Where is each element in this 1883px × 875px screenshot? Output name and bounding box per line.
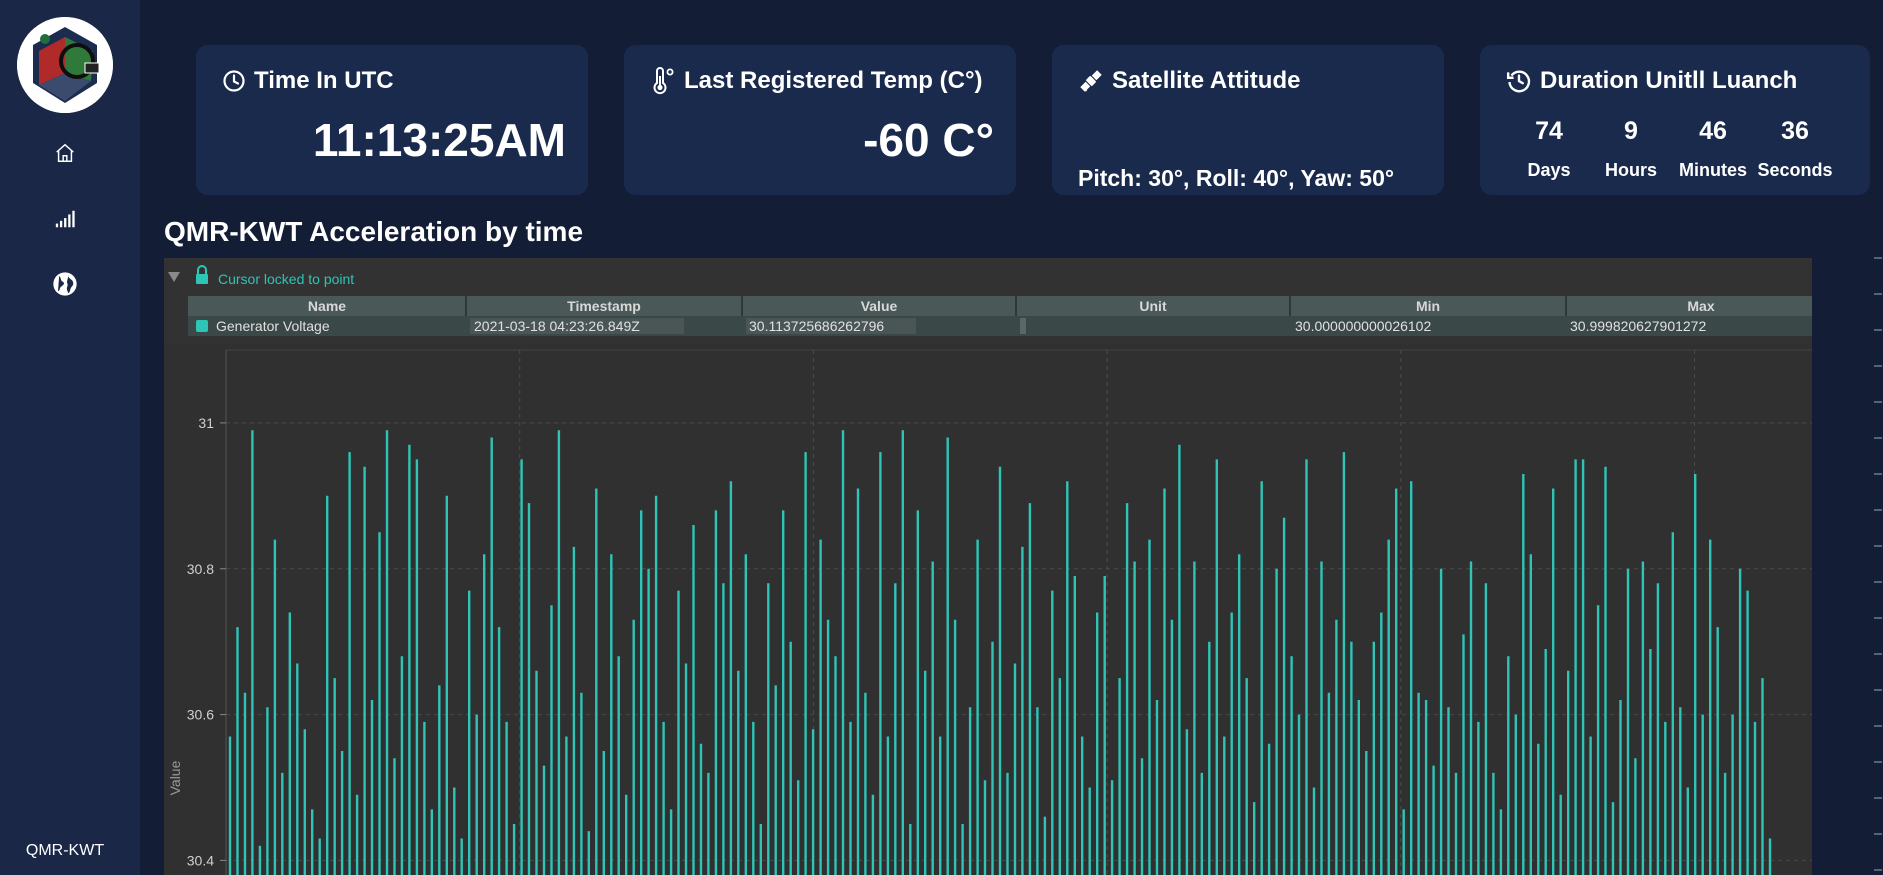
countdown-seconds: 36 Seconds bbox=[1757, 117, 1833, 181]
temp-value: -60 C° bbox=[863, 114, 994, 166]
cursor-locked-label: Cursor locked to point bbox=[218, 271, 354, 287]
temp-card-title: Last Registered Temp (C°) bbox=[684, 67, 983, 94]
days-label: Days bbox=[1527, 160, 1571, 180]
scroll-tick-strip bbox=[1874, 257, 1882, 871]
series-swatch bbox=[196, 320, 208, 332]
chart-svg[interactable]: Cursor locked to point Name Timestamp Va… bbox=[164, 258, 1812, 875]
hours-value: 9 bbox=[1624, 117, 1638, 145]
table-data-row[interactable] bbox=[188, 316, 1812, 336]
chart-section-title: QMR-KWT Acceleration by time bbox=[164, 216, 584, 247]
minutes-label: Minutes bbox=[1678, 160, 1747, 180]
chart-bars[interactable] bbox=[228, 430, 1772, 875]
col-header-timestamp: Timestamp bbox=[567, 298, 641, 314]
y-axis-label: Value bbox=[167, 760, 183, 795]
mission-logo[interactable] bbox=[17, 17, 113, 113]
seconds-value: 36 bbox=[1781, 117, 1809, 145]
sidebar: QMR-KWT bbox=[0, 0, 140, 875]
utc-time-value: 11:13:25AM bbox=[312, 114, 566, 166]
globe-icon[interactable] bbox=[50, 269, 80, 299]
temp-card: Last Registered Temp (C°) -60 C° bbox=[624, 45, 1016, 195]
row-name: Generator Voltage bbox=[216, 318, 330, 334]
history-icon bbox=[1506, 70, 1531, 93]
row-max: 30.999820627901272 bbox=[1570, 318, 1706, 334]
time-card: Time In UTC 11:13:25AM bbox=[196, 45, 588, 195]
satellite-icon bbox=[1080, 70, 1102, 92]
y-tick-label: 30.8 bbox=[187, 561, 214, 577]
days-value: 74 bbox=[1535, 117, 1563, 145]
col-header-value: Value bbox=[861, 298, 898, 314]
countdown-days: 74 Days bbox=[1514, 117, 1584, 181]
home-icon[interactable] bbox=[50, 138, 80, 168]
y-tick-label: 30.6 bbox=[187, 707, 214, 723]
col-header-min: Min bbox=[1416, 298, 1440, 314]
table-header-row bbox=[188, 296, 1812, 316]
thermometer-icon bbox=[653, 67, 674, 95]
clock-icon bbox=[223, 70, 245, 92]
y-tick-labels: 31 30.8 30.6 30.4 bbox=[187, 415, 226, 868]
row-timestamp: 2021-03-18 04:23:26.849Z bbox=[474, 318, 640, 334]
time-card-title: Time In UTC bbox=[254, 67, 394, 94]
row-value: 30.113725686262796 bbox=[749, 318, 884, 334]
attitude-card-title: Satellite Attitude bbox=[1112, 67, 1301, 94]
seconds-label: Seconds bbox=[1757, 160, 1833, 180]
countdown-card-title: Duration Unitll Luanch bbox=[1540, 67, 1798, 94]
y-tick-label: 30.4 bbox=[187, 852, 214, 868]
col-header-max: Max bbox=[1687, 298, 1714, 314]
signal-icon[interactable] bbox=[50, 204, 80, 234]
col-header-name: Name bbox=[308, 298, 346, 314]
countdown-minutes: 46 Minutes bbox=[1678, 117, 1748, 181]
minutes-value: 46 bbox=[1699, 117, 1727, 145]
row-min: 30.000000000026102 bbox=[1295, 318, 1431, 334]
unit-cell bbox=[1020, 318, 1026, 334]
y-tick-label: 31 bbox=[198, 415, 214, 431]
attitude-value: Pitch: 30°, Roll: 40°, Yaw: 50° bbox=[1078, 165, 1395, 191]
countdown-hours: 9 Hours bbox=[1596, 117, 1666, 181]
countdown-card: Duration Unitll Luanch 74 Days 9 Hours 4… bbox=[1480, 45, 1870, 195]
countdown: 74 Days 9 Hours 46 Minutes 36 Seconds bbox=[1514, 117, 1833, 181]
brand-label: QMR-KWT bbox=[25, 842, 105, 859]
grid-lines bbox=[226, 350, 1812, 875]
chart-panel[interactable]: Cursor locked to point Name Timestamp Va… bbox=[164, 258, 1812, 875]
hours-label: Hours bbox=[1604, 160, 1657, 180]
col-header-unit: Unit bbox=[1139, 298, 1167, 314]
attitude-card: Satellite Attitude Pitch: 30°, Roll: 40°… bbox=[1052, 45, 1444, 195]
